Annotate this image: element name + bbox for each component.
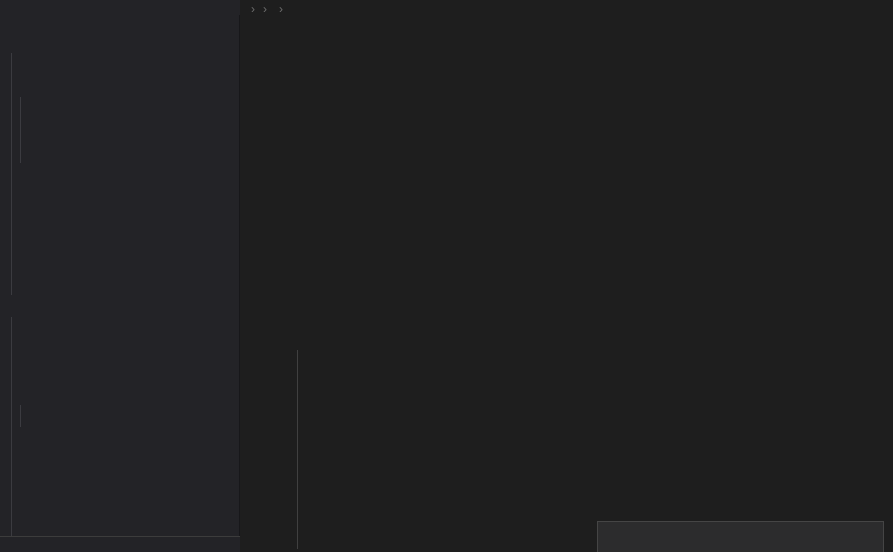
tree-indent-guide bbox=[11, 53, 12, 295]
tree-indent-guide bbox=[20, 405, 21, 427]
tree-indent-guide bbox=[11, 317, 12, 537]
explorer-sidebar bbox=[0, 0, 240, 552]
editor-indent-guide bbox=[297, 350, 298, 549]
vscode-window: › › › bbox=[0, 0, 893, 552]
editor-pane: › › › bbox=[241, 0, 893, 552]
code-editor[interactable] bbox=[241, 0, 893, 552]
outline-section-header[interactable] bbox=[0, 536, 240, 552]
statusbar-tooltip bbox=[597, 521, 884, 552]
chevron-right-icon: › bbox=[263, 2, 267, 16]
chevron-right-icon: › bbox=[251, 2, 255, 16]
minimap[interactable] bbox=[822, 14, 878, 94]
breadcrumb: › › › bbox=[247, 0, 287, 17]
chevron-right-icon: › bbox=[279, 2, 283, 16]
tree-indent-guide bbox=[20, 97, 21, 163]
overview-ruler[interactable] bbox=[884, 0, 892, 552]
explorer-section-header bbox=[0, 0, 240, 15]
file-tree bbox=[0, 0, 240, 536]
